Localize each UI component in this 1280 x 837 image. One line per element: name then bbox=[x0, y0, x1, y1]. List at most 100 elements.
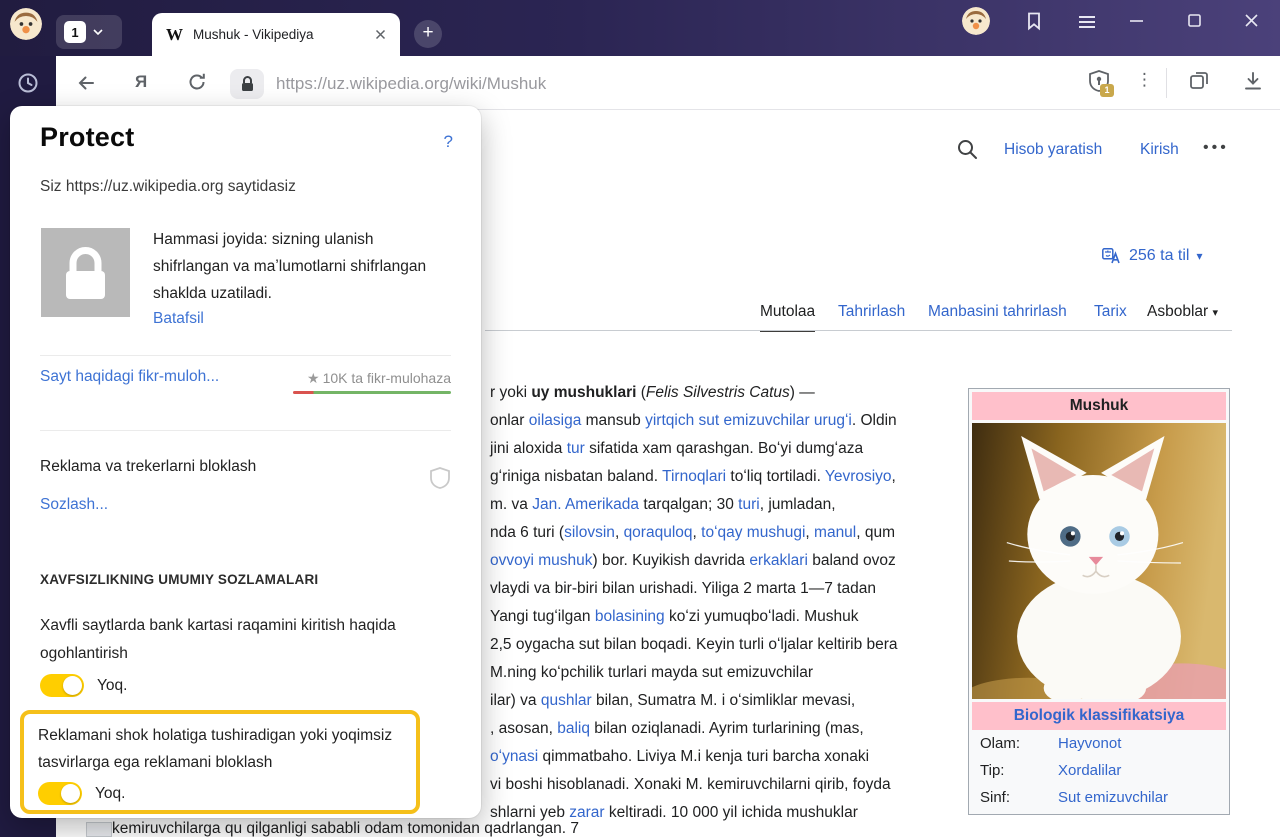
collections-button[interactable] bbox=[1188, 70, 1210, 97]
article-link[interactable]: qushlar bbox=[541, 692, 592, 709]
tabs-divider bbox=[485, 330, 1232, 331]
site-feedback-link[interactable]: Sayt haqidagi fikr-muloh... bbox=[40, 368, 219, 386]
article-line: gʻriniga nisbatan baland. Tirnoqlari toʻ… bbox=[490, 463, 960, 491]
reload-icon bbox=[186, 71, 208, 93]
reload-button[interactable] bbox=[186, 71, 208, 98]
article-line: m. va Jan. Amerikada tarqalgan; 30 turi,… bbox=[490, 491, 960, 519]
rating-bar bbox=[293, 391, 451, 394]
article-line: ovvoyi mushuk) bor. Kuyikish davrida erk… bbox=[490, 547, 960, 575]
article-link[interactable]: erkaklari bbox=[749, 552, 808, 569]
wiki-search-button[interactable] bbox=[956, 138, 978, 165]
article-link[interactable]: ovvoyi mushuk bbox=[490, 552, 593, 569]
kitten-photo bbox=[972, 423, 1226, 699]
article-link[interactable]: baliq bbox=[557, 720, 590, 737]
language-count-label: 256 ta til bbox=[1129, 247, 1189, 265]
table-row: Tip: Xordalilar bbox=[972, 757, 1226, 784]
tab-tarix[interactable]: Tarix bbox=[1094, 303, 1127, 321]
connection-secure-text: Hammasi joyida: sizning ulanish shifrlan… bbox=[153, 226, 438, 307]
star-icon: ★ bbox=[307, 370, 320, 386]
row-label: Sinf: bbox=[980, 789, 1058, 806]
divider bbox=[40, 355, 451, 356]
close-button[interactable] bbox=[1244, 13, 1259, 33]
row-value-link[interactable]: Xordalilar bbox=[1058, 762, 1121, 779]
tab-close-icon[interactable] bbox=[375, 29, 386, 40]
row-label: Tip: bbox=[980, 762, 1058, 779]
active-tab[interactable]: W Mushuk - Vikipediya bbox=[152, 13, 400, 56]
article-line: vi boshi hisoblanadi. Xonaki M. kemiruvc… bbox=[490, 771, 960, 799]
tab-tahrirlash[interactable]: Tahrirlash bbox=[838, 303, 905, 321]
table-row: Olam: Hayvonot bbox=[972, 730, 1226, 757]
shield-outline-icon bbox=[429, 466, 451, 495]
tab-manbasini-tahrirlash[interactable]: Manbasini tahrirlash bbox=[928, 303, 1067, 321]
yandex-button[interactable]: Я bbox=[135, 72, 147, 92]
article-line: vlaydi va bir-biri bilan urishadi. Yilig… bbox=[490, 575, 960, 603]
new-tab-button[interactable]: + bbox=[414, 20, 442, 48]
article-link[interactable]: yirtqich sut emizuvchilar urugʻi bbox=[645, 412, 852, 429]
language-selector[interactable]: 256 ta til ▾ bbox=[1102, 247, 1203, 265]
browser-profile-avatar[interactable] bbox=[10, 8, 42, 40]
create-account-link[interactable]: Hisob yaratish bbox=[1004, 141, 1102, 159]
rating-count-text: 10K ta fikr-mulohaza bbox=[323, 370, 451, 386]
row-value-link[interactable]: Hayvonot bbox=[1058, 735, 1121, 752]
article-line: nda 6 turi (silovsin, qoraquloq, toʻqay … bbox=[490, 519, 960, 547]
back-arrow-icon bbox=[74, 71, 98, 95]
browser-titlebar: 1 W Mushuk - Vikipediya + bbox=[0, 0, 1280, 56]
adblock-section-title: Reklama va trekerlarni bloklash bbox=[40, 458, 256, 476]
article-link[interactable]: Tirnoqlari bbox=[662, 468, 726, 485]
tab-title: Mushuk - Vikipediya bbox=[193, 27, 365, 42]
toolbar-divider bbox=[1166, 68, 1167, 98]
article-line: Yangi tugʻilgan bolasining koʻzi yumuqbo… bbox=[490, 603, 960, 631]
article-text: r yoki uy mushuklari (Felis Silvestris C… bbox=[490, 379, 960, 827]
shock-ads-text: Reklamani shok holatiga tushiradigan yok… bbox=[38, 722, 400, 776]
adblock-settings-link[interactable]: Sozlash... bbox=[40, 496, 108, 514]
article-link[interactable]: bolasining bbox=[595, 608, 665, 625]
site-rating: ★10K ta fikr-mulohaza bbox=[293, 370, 451, 394]
address-bar-url[interactable]: https://uz.wikipedia.org/wiki/Mushuk bbox=[276, 74, 546, 94]
article-link[interactable]: turi bbox=[738, 496, 760, 513]
article-line: oʻynasi qimmatbaho. Liviya M.i kenja tur… bbox=[490, 743, 960, 771]
article-line: jini aloxida tur sifatida xam qarashgan.… bbox=[490, 435, 960, 463]
article-link[interactable]: oilasiga bbox=[529, 412, 582, 429]
security-section-header: XAVFSIZLIKNING UMUMIY SOZLAMALARI bbox=[40, 572, 318, 587]
tab-mutolaa[interactable]: Mutolaa bbox=[760, 303, 815, 332]
article-link[interactable]: tur bbox=[567, 440, 585, 457]
article-line: M.ning koʻpchilik turlari mayda sut emiz… bbox=[490, 659, 960, 687]
history-sidebar-button[interactable] bbox=[0, 56, 56, 110]
article-link[interactable]: Jan. Amerikada bbox=[532, 496, 639, 513]
tab-asboblar[interactable]: Asboblar ▾ bbox=[1147, 303, 1218, 321]
article-link[interactable]: oʻynasi bbox=[490, 748, 538, 765]
article-link[interactable]: zarar bbox=[569, 804, 604, 821]
classification-header-link[interactable]: Biologik klassifikatsiya bbox=[972, 702, 1226, 730]
login-link[interactable]: Kirish bbox=[1140, 141, 1179, 159]
back-button[interactable] bbox=[74, 71, 98, 100]
minimize-button[interactable] bbox=[1129, 13, 1144, 33]
tab-counter-button[interactable]: 1 bbox=[56, 15, 122, 49]
article-link[interactable]: silovsin bbox=[564, 524, 615, 541]
divider bbox=[40, 430, 451, 431]
article-link[interactable]: Yevrosiyo bbox=[825, 468, 892, 485]
panel-title: Protect bbox=[40, 122, 134, 153]
maximize-button[interactable] bbox=[1187, 13, 1202, 33]
article-link[interactable]: toʻqay mushugi bbox=[701, 524, 805, 541]
bank-warning-toggle[interactable] bbox=[40, 674, 84, 697]
menu-icon[interactable] bbox=[1078, 15, 1096, 34]
bank-warning-setting: Yoq. bbox=[40, 674, 127, 697]
shock-ads-toggle[interactable] bbox=[38, 782, 82, 805]
article-bottom-line: kemiruvchilarga qu qilganligi sababli od… bbox=[112, 820, 932, 837]
site-security-button[interactable] bbox=[230, 69, 264, 99]
toggle-state-label: Yoq. bbox=[97, 677, 127, 695]
kebab-menu-icon[interactable]: ⋮ bbox=[1136, 70, 1153, 90]
help-link[interactable]: ? bbox=[444, 132, 453, 152]
article-link[interactable]: qoraquloq bbox=[624, 524, 693, 541]
downloads-button[interactable] bbox=[1242, 70, 1264, 97]
article-line: , asosan, baliq bilan oziqlanadi. Ayrim … bbox=[490, 715, 960, 743]
more-options-link[interactable]: ••• bbox=[1203, 139, 1229, 157]
translate-icon bbox=[1102, 248, 1122, 264]
wikipedia-favicon: W bbox=[166, 25, 183, 45]
bookmarks-icon[interactable] bbox=[1025, 11, 1043, 36]
row-value-link[interactable]: Sut emizuvchilar bbox=[1058, 789, 1168, 806]
details-link[interactable]: Batafsil bbox=[153, 310, 204, 328]
article-link[interactable]: manul bbox=[814, 524, 856, 541]
site-identity-text: Siz https://uz.wikipedia.org saytidasiz bbox=[40, 178, 296, 196]
user-avatar[interactable] bbox=[962, 7, 990, 35]
